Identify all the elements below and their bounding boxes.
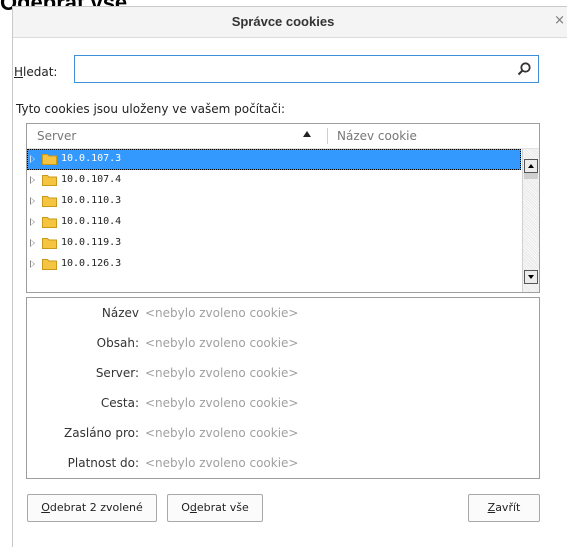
remove-selected-label: debrat 2 zvolené bbox=[49, 501, 143, 514]
expand-twisty-icon[interactable] bbox=[30, 218, 35, 226]
tree-row-label: 10.0.126.3 bbox=[61, 258, 122, 269]
detail-value: <nebylo zvoleno cookie> bbox=[145, 366, 299, 380]
detail-row-send-for: Zasláno pro: <nebylo zvoleno cookie> bbox=[27, 418, 539, 448]
tree-row[interactable]: 10.0.107.3 bbox=[27, 149, 521, 170]
tree-row[interactable]: 10.0.107.4 bbox=[27, 170, 521, 191]
tree-row[interactable]: 10.0.126.3 bbox=[27, 254, 521, 275]
expand-twisty-icon[interactable] bbox=[30, 239, 35, 247]
scroll-thumb[interactable] bbox=[524, 173, 538, 179]
folder-icon bbox=[42, 217, 57, 228]
tree-rows: 10.0.107.3 10.0.107.4 10.0.110.3 10.0.11… bbox=[27, 149, 521, 275]
remove-selected-button[interactable]: Odebrat 2 zvolené bbox=[27, 494, 157, 522]
detail-row-content: Obsah: <nebylo zvoleno cookie> bbox=[27, 328, 539, 358]
titlebar: Správce cookies × bbox=[13, 7, 567, 38]
stored-cookies-label: Tyto cookies jsou uloženy ve vašem počít… bbox=[16, 102, 286, 116]
remove-all-accel: d bbox=[189, 501, 197, 514]
column-header-server[interactable]: Server bbox=[37, 129, 76, 143]
folder-icon bbox=[42, 196, 57, 207]
tree-row-label: 10.0.110.3 bbox=[61, 195, 122, 206]
detail-value: <nebylo zvoleno cookie> bbox=[145, 306, 299, 320]
sort-ascending-icon bbox=[303, 131, 311, 137]
tree-header: Server Název cookie bbox=[27, 124, 539, 149]
tree-row-label: 10.0.110.4 bbox=[61, 216, 122, 227]
remove-all-label-pre: O bbox=[181, 501, 190, 514]
detail-value: <nebylo zvoleno cookie> bbox=[145, 426, 299, 440]
expand-twisty-icon[interactable] bbox=[30, 197, 35, 205]
tree-row[interactable]: 10.0.119.3 bbox=[27, 233, 521, 254]
expand-twisty-icon[interactable] bbox=[30, 155, 35, 163]
detail-value: <nebylo zvoleno cookie> bbox=[145, 456, 299, 470]
tree-row-label: 10.0.107.3 bbox=[61, 153, 122, 164]
detail-label: Platnost do: bbox=[67, 456, 139, 470]
detail-label: Server: bbox=[95, 366, 139, 380]
folder-icon bbox=[42, 175, 57, 186]
search-icon[interactable] bbox=[516, 61, 532, 77]
detail-label: Obsah: bbox=[96, 336, 139, 350]
column-header-cookie-name[interactable]: Název cookie bbox=[337, 129, 417, 143]
remove-all-label: ebrat vše bbox=[196, 501, 249, 514]
detail-label: Název bbox=[101, 306, 139, 320]
scroll-up-arrow-icon[interactable] bbox=[524, 159, 538, 173]
scroll-down-arrow-icon[interactable] bbox=[524, 270, 538, 284]
detail-row-name: Název <nebylo zvoleno cookie> bbox=[27, 298, 539, 328]
window-title: Správce cookies bbox=[231, 14, 335, 29]
close-label: avřít bbox=[495, 501, 521, 514]
close-button[interactable]: Zavřít bbox=[468, 494, 540, 522]
detail-row-expires: Platnost do: <nebylo zvoleno cookie> bbox=[27, 448, 539, 478]
search-field-box[interactable] bbox=[74, 55, 539, 83]
search-input[interactable] bbox=[79, 57, 503, 83]
tree-row[interactable]: 10.0.110.3 bbox=[27, 191, 521, 212]
folder-icon bbox=[42, 154, 57, 165]
close-icon[interactable]: × bbox=[554, 13, 565, 28]
detail-row-path: Cesta: <nebylo zvoleno cookie> bbox=[27, 388, 539, 418]
search-label-accel: H bbox=[14, 65, 24, 79]
cookie-details-panel: Název <nebylo zvoleno cookie> Obsah: <neby… bbox=[26, 297, 540, 479]
column-separator[interactable] bbox=[327, 128, 328, 144]
detail-label: Cesta: bbox=[100, 396, 139, 410]
folder-icon bbox=[42, 238, 57, 249]
remove-all-button[interactable]: Odebrat vše bbox=[167, 494, 263, 522]
expand-twisty-icon[interactable] bbox=[30, 176, 35, 184]
folder-icon bbox=[42, 259, 57, 270]
remove-selected-accel: O bbox=[41, 501, 50, 514]
tree-row-label: 10.0.107.4 bbox=[61, 174, 122, 185]
detail-label: Zasláno pro: bbox=[64, 426, 139, 440]
detail-row-server: Server: <nebylo zvoleno cookie> bbox=[27, 358, 539, 388]
search-label-text: ledat: bbox=[23, 65, 58, 79]
cookie-tree[interactable]: Server Název cookie 10.0.107.3 10.0.107.… bbox=[26, 123, 540, 293]
expand-twisty-icon[interactable] bbox=[30, 260, 35, 268]
vertical-scrollbar[interactable] bbox=[522, 149, 539, 292]
detail-value: <nebylo zvoleno cookie> bbox=[145, 336, 299, 350]
search-label: Hledat: bbox=[14, 65, 57, 79]
tree-row-label: 10.0.119.3 bbox=[61, 237, 122, 248]
detail-value: <nebylo zvoleno cookie> bbox=[145, 396, 299, 410]
tree-row[interactable]: 10.0.110.4 bbox=[27, 212, 521, 233]
